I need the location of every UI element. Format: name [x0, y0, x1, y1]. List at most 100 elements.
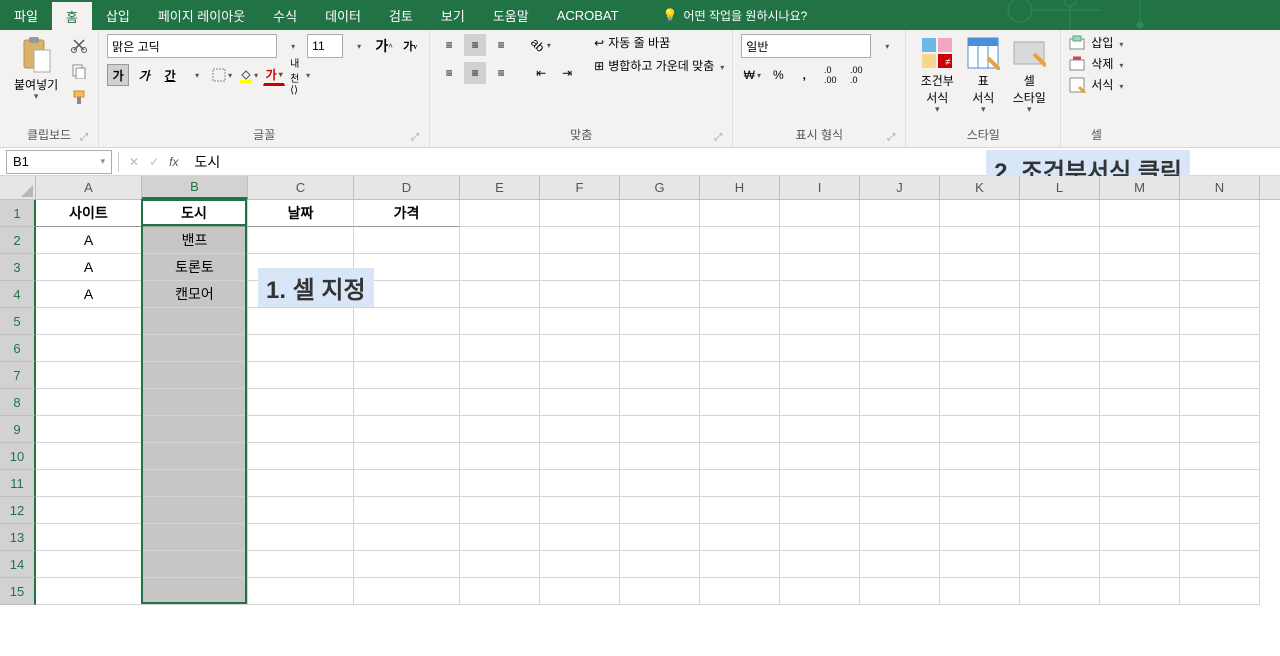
insert-function-button[interactable]: fx — [169, 155, 178, 169]
row-header-5[interactable]: 5 — [0, 308, 36, 335]
underline-dropdown[interactable] — [185, 64, 207, 86]
col-header-B[interactable]: B — [142, 176, 248, 199]
cell-C8[interactable] — [248, 389, 354, 416]
cell-L9[interactable] — [1020, 416, 1100, 443]
cell-G5[interactable] — [620, 308, 700, 335]
row-header-10[interactable]: 10 — [0, 443, 36, 470]
cell-J8[interactable] — [860, 389, 940, 416]
cell-A8[interactable] — [36, 389, 142, 416]
borders-button[interactable] — [211, 64, 233, 86]
cell-J10[interactable] — [860, 443, 940, 470]
cell-K5[interactable] — [940, 308, 1020, 335]
cell-B9[interactable] — [142, 416, 248, 443]
cell-A1[interactable]: 사이트 — [36, 200, 142, 227]
cell-I13[interactable] — [780, 524, 860, 551]
cell-L13[interactable] — [1020, 524, 1100, 551]
cell-D12[interactable] — [354, 497, 460, 524]
cell-C10[interactable] — [248, 443, 354, 470]
cell-E12[interactable] — [460, 497, 540, 524]
cell-styles-button[interactable]: 셀 스타일 — [1006, 34, 1052, 117]
cell-I14[interactable] — [780, 551, 860, 578]
cell-A12[interactable] — [36, 497, 142, 524]
col-header-C[interactable]: C — [248, 176, 354, 199]
row-header-3[interactable]: 3 — [0, 254, 36, 281]
cell-J7[interactable] — [860, 362, 940, 389]
cell-H2[interactable] — [700, 227, 780, 254]
cell-D4[interactable] — [354, 281, 460, 308]
cell-E2[interactable] — [460, 227, 540, 254]
cell-I11[interactable] — [780, 470, 860, 497]
cell-B4[interactable]: 캔모어 — [142, 281, 248, 308]
delete-cells-button[interactable]: 삭제 — [1069, 55, 1123, 72]
row-header-4[interactable]: 4 — [0, 281, 36, 308]
accounting-format-button[interactable]: ₩ — [741, 64, 763, 86]
cell-B1[interactable]: 도시 — [142, 200, 248, 227]
cell-B13[interactable] — [142, 524, 248, 551]
menu-tab-도움말[interactable]: 도움말 — [479, 0, 543, 30]
cell-H15[interactable] — [700, 578, 780, 605]
cell-H14[interactable] — [700, 551, 780, 578]
font-color-button[interactable]: 가 — [263, 64, 285, 86]
cell-G14[interactable] — [620, 551, 700, 578]
cell-H13[interactable] — [700, 524, 780, 551]
cell-B8[interactable] — [142, 389, 248, 416]
cell-J2[interactable] — [860, 227, 940, 254]
cell-E7[interactable] — [460, 362, 540, 389]
formula-input[interactable] — [188, 150, 1280, 174]
cell-H3[interactable] — [700, 254, 780, 281]
cell-C6[interactable] — [248, 335, 354, 362]
cell-A5[interactable] — [36, 308, 142, 335]
clipboard-launcher[interactable]: ⤢ — [80, 132, 88, 143]
cell-E3[interactable] — [460, 254, 540, 281]
cell-K9[interactable] — [940, 416, 1020, 443]
cell-L14[interactable] — [1020, 551, 1100, 578]
cell-D11[interactable] — [354, 470, 460, 497]
row-header-11[interactable]: 11 — [0, 470, 36, 497]
increase-font-button[interactable]: 가^ — [373, 35, 395, 57]
cell-M8[interactable] — [1100, 389, 1180, 416]
cell-I9[interactable] — [780, 416, 860, 443]
cell-D10[interactable] — [354, 443, 460, 470]
cell-A11[interactable] — [36, 470, 142, 497]
cell-J13[interactable] — [860, 524, 940, 551]
align-right-button[interactable]: ≡ — [490, 62, 512, 84]
cell-J14[interactable] — [860, 551, 940, 578]
cell-D3[interactable] — [354, 254, 460, 281]
cell-N11[interactable] — [1180, 470, 1260, 497]
format-cells-button[interactable]: 서식 — [1069, 76, 1123, 93]
cell-M14[interactable] — [1100, 551, 1180, 578]
tellme-search[interactable]: 💡 어떤 작업을 원하시나요? — [653, 0, 818, 30]
cell-M11[interactable] — [1100, 470, 1180, 497]
cell-F4[interactable] — [540, 281, 620, 308]
copy-button[interactable] — [68, 60, 90, 82]
cell-G13[interactable] — [620, 524, 700, 551]
cell-N9[interactable] — [1180, 416, 1260, 443]
cell-N13[interactable] — [1180, 524, 1260, 551]
merge-center-button[interactable]: ⊞ 병합하고 가운데 맞춤 — [594, 57, 724, 74]
cell-N2[interactable] — [1180, 227, 1260, 254]
cell-K2[interactable] — [940, 227, 1020, 254]
menu-tab-페이지 레이아웃[interactable]: 페이지 레이아웃 — [144, 0, 259, 30]
row-header-9[interactable]: 9 — [0, 416, 36, 443]
cell-F15[interactable] — [540, 578, 620, 605]
cell-E13[interactable] — [460, 524, 540, 551]
menu-tab-홈[interactable]: 홈 — [52, 0, 92, 30]
col-header-L[interactable]: L — [1020, 176, 1100, 199]
menu-tab-파일[interactable]: 파일 — [0, 0, 52, 30]
cell-K8[interactable] — [940, 389, 1020, 416]
name-box-input[interactable] — [13, 154, 83, 169]
cell-A3[interactable]: A — [36, 254, 142, 281]
number-format-dropdown[interactable] — [875, 35, 897, 57]
insert-cells-button[interactable]: 삽입 — [1069, 34, 1123, 51]
col-header-D[interactable]: D — [354, 176, 460, 199]
cell-D14[interactable] — [354, 551, 460, 578]
cell-N10[interactable] — [1180, 443, 1260, 470]
cell-F14[interactable] — [540, 551, 620, 578]
cell-C9[interactable] — [248, 416, 354, 443]
cell-M4[interactable] — [1100, 281, 1180, 308]
cell-E9[interactable] — [460, 416, 540, 443]
cell-K10[interactable] — [940, 443, 1020, 470]
cell-M1[interactable] — [1100, 200, 1180, 227]
cell-K12[interactable] — [940, 497, 1020, 524]
cell-K7[interactable] — [940, 362, 1020, 389]
